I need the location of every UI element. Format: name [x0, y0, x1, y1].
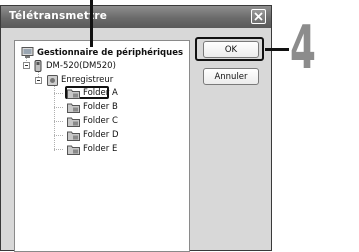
close-button[interactable] — [251, 9, 266, 24]
device-tree[interactable]: Gestionnaire de périphériques DM-520(DM5… — [14, 40, 190, 252]
title-bar[interactable]: Télétransmettre — [1, 6, 271, 28]
tree-recorder-node[interactable]: Enregistreur — [47, 74, 113, 86]
tree-connector — [54, 149, 63, 150]
tree-recorder-label: Enregistreur — [61, 75, 114, 85]
recorder-device-icon — [34, 60, 42, 72]
tree-connector — [54, 85, 55, 151]
tree-folder-b[interactable]: Folder B — [67, 101, 118, 113]
tree-connector — [54, 107, 63, 108]
folder-icon — [67, 145, 80, 155]
close-icon — [254, 12, 263, 21]
folder-label: Folder C — [83, 116, 118, 126]
folder-label: Folder E — [83, 144, 118, 154]
folder-icon — [67, 131, 80, 141]
tree-folder-d[interactable]: Folder D — [67, 129, 119, 141]
folder-icon — [67, 117, 80, 127]
folder-label: Folder B — [83, 102, 118, 112]
tree-connector — [54, 121, 63, 122]
ok-button-highlight — [195, 37, 264, 61]
recorder-icon — [47, 74, 58, 86]
tree-folder-c[interactable]: Folder C — [67, 115, 118, 127]
folder-icon — [67, 103, 80, 113]
step-number: 4 — [290, 13, 316, 83]
collapse-toggle[interactable] — [35, 77, 42, 84]
tree-device-label: DM-520(DM520) — [46, 61, 116, 71]
callout-connector — [265, 48, 289, 51]
tree-root-node[interactable]: Gestionnaire de périphériques — [21, 47, 183, 59]
computer-icon — [21, 47, 34, 58]
pointer-line — [90, 0, 93, 47]
tree-connector — [54, 135, 63, 136]
folder-icon — [67, 89, 80, 99]
collapse-toggle[interactable] — [23, 62, 30, 69]
tree-connector — [54, 93, 63, 94]
tree-root-label: Gestionnaire de périphériques — [37, 48, 184, 58]
cancel-button[interactable]: Annuler — [203, 68, 259, 85]
tree-folder-a[interactable]: Folder A — [67, 87, 118, 99]
folder-label: Folder A — [83, 88, 118, 98]
tree-folder-e[interactable]: Folder E — [67, 143, 117, 155]
tree-device-node[interactable]: DM-520(DM520) — [34, 60, 116, 72]
folder-label: Folder D — [83, 130, 119, 140]
